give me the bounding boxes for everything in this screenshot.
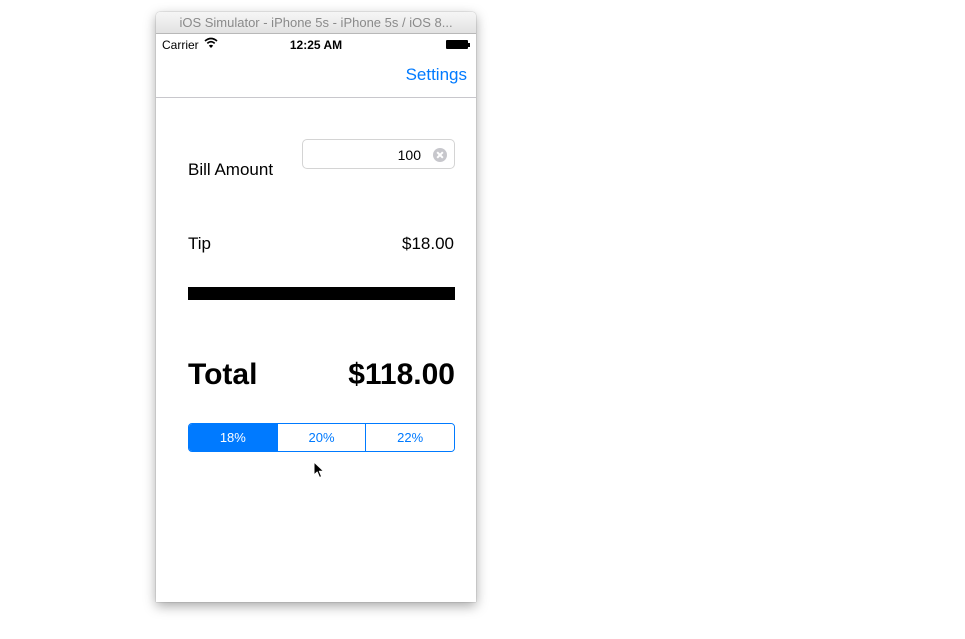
tip-option-20[interactable]: 20% bbox=[276, 424, 366, 451]
window-title: iOS Simulator - iPhone 5s - iPhone 5s / … bbox=[156, 12, 476, 34]
mouse-pointer-icon bbox=[313, 461, 325, 478]
total-label: Total bbox=[188, 358, 258, 391]
tip-option-22[interactable]: 22% bbox=[365, 424, 454, 451]
clear-icon[interactable] bbox=[433, 148, 447, 162]
divider-bar bbox=[188, 287, 455, 300]
bill-amount-field[interactable]: 100 bbox=[302, 139, 455, 169]
status-time: 12:25 AM bbox=[289, 38, 343, 52]
bill-amount-value[interactable]: 100 bbox=[398, 147, 421, 163]
tip-percentage-control[interactable]: 18% 20% 22% bbox=[188, 423, 455, 452]
simulator-window: iOS Simulator - iPhone 5s - iPhone 5s / … bbox=[156, 12, 476, 602]
tip-option-18[interactable]: 18% bbox=[189, 424, 277, 451]
device-screen: Carrier 12:25 AM Settings Bill Amount 10… bbox=[156, 34, 476, 602]
tip-value: $18.00 bbox=[402, 234, 454, 253]
total-value: $118.00 bbox=[348, 358, 455, 391]
settings-button[interactable]: Settings bbox=[406, 65, 467, 85]
battery-icon bbox=[446, 40, 470, 49]
status-bar: Carrier 12:25 AM bbox=[156, 34, 476, 54]
navigation-bar: Settings bbox=[156, 54, 476, 98]
bill-amount-label: Bill Amount bbox=[188, 160, 274, 179]
tip-label: Tip bbox=[188, 234, 211, 253]
